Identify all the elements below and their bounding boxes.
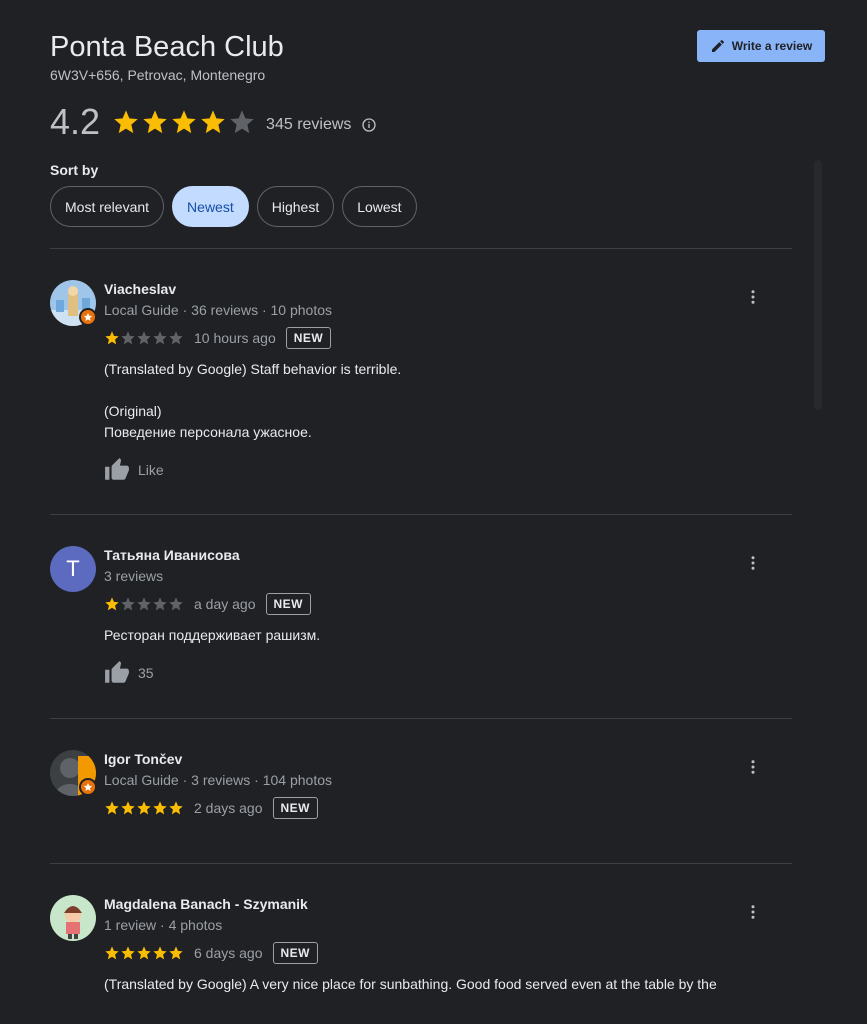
place-address: 6W3V+656, Petrovac, Montenegro [50,67,266,83]
star-empty-icon [153,331,167,345]
thumbs-up-icon [105,458,129,480]
star-filled-icon [137,946,151,960]
star-empty-icon [121,597,135,611]
rating-stars [112,108,256,136]
divider [50,718,792,719]
avatar[interactable] [50,895,96,941]
star-empty-icon [137,597,151,611]
rating-value: 4.2 [50,101,101,142]
pencil-icon [711,39,724,52]
star-filled-icon [169,801,183,815]
sort-chip-most-relevant[interactable]: Most relevant [50,186,165,227]
star-filled-icon [153,946,167,960]
local-guide-badge [79,778,97,796]
review-time: 6 days ago [194,945,263,961]
avatar-cartoon-icon [50,895,96,941]
new-badge: NEW [272,797,318,819]
rating-summary: 4.2 345 reviews [50,100,377,144]
reviewer-name[interactable]: Igor Tončev [104,750,764,768]
divider [50,863,792,864]
sort-label: Sort by [50,162,99,178]
review-text: (Translated by Google) Staff behavior is… [104,361,402,440]
star-empty-icon [169,331,183,345]
star-filled-icon [153,801,167,815]
reviewer-name[interactable]: Татьяна Иванисова [104,546,764,564]
badge-star-icon [83,782,93,791]
star-filled-icon [105,331,119,345]
place-title: Ponta Beach Club [50,31,284,63]
star-filled-icon [201,110,225,134]
star-filled-icon [105,801,119,815]
review-card: Viacheslav Local Guide · 36 reviews · 10… [50,280,792,490]
divider [50,514,792,515]
reviewer-name[interactable]: Viacheslav [104,280,764,298]
star-filled-icon [105,597,119,611]
reviewer-meta: 1 review · 4 photos [104,917,223,933]
like-button[interactable]: 35 [104,660,764,686]
review-time: 10 hours ago [194,330,276,346]
star-filled-icon [143,110,167,134]
review-text: Ресторан поддерживает рашизм. [104,627,321,643]
review-stars [104,945,184,961]
sort-chip-highest[interactable]: Highest [256,186,335,227]
star-empty-icon [169,597,183,611]
place-header: Ponta Beach Club 6W3V+656, Petrovac, Mon… [50,28,284,84]
review-time: 2 days ago [194,800,263,816]
new-badge: NEW [272,942,318,964]
new-badge: NEW [265,593,311,615]
write-review-label: Write a review [731,39,813,53]
review-card: Igor Tončev Local Guide · 3 reviews · 10… [50,750,792,850]
review-stars [104,800,184,816]
star-filled-icon [172,110,196,134]
star-empty-icon [137,331,151,345]
review-text: (Translated by Google) A very nice place… [104,976,717,992]
like-button[interactable]: Like [104,457,764,483]
review-card: T Татьяна Иванисова 3 reviews a day ago … [50,546,792,696]
sort-chip-lowest[interactable]: Lowest [342,186,417,227]
review-stars [104,330,184,346]
reviewer-name[interactable]: Magdalena Banach - Szymanik [104,895,764,913]
scrollbar[interactable] [814,160,822,410]
sort-chip-newest[interactable]: Newest [172,186,249,227]
star-filled-icon [169,946,183,960]
more-options-icon[interactable] [744,758,762,776]
star-filled-icon [121,801,135,815]
like-label: Like [138,462,164,478]
star-empty-icon [121,331,135,345]
sort-chips: Most relevant Newest Highest Lowest [50,186,417,227]
local-guide-badge [79,308,97,326]
write-review-button[interactable]: Write a review [697,30,825,62]
star-filled-icon [121,946,135,960]
more-options-icon[interactable] [744,554,762,572]
more-options-icon[interactable] [744,288,762,306]
star-empty-icon [153,597,167,611]
thumbs-up-icon [105,661,129,683]
avatar-letter: T [66,556,80,581]
avatar[interactable]: T [50,546,96,592]
star-filled-icon [137,801,151,815]
new-badge: NEW [285,327,332,349]
badge-star-icon [83,312,93,321]
reviewer-meta: 3 reviews [104,568,164,584]
star-filled-icon [105,946,119,960]
review-time: a day ago [194,596,256,612]
review-count[interactable]: 345 reviews [266,116,351,134]
info-icon[interactable] [361,117,377,133]
review-card: Magdalena Banach - Szymanik 1 review · 4… [50,895,792,1005]
review-stars [104,596,184,612]
star-filled-icon [114,110,138,134]
star-empty-icon [230,110,254,134]
like-count: 35 [138,665,154,681]
more-options-icon[interactable] [744,903,762,921]
divider [50,248,792,249]
reviewer-meta: Local Guide · 36 reviews · 10 photos [104,302,333,318]
reviewer-meta: Local Guide · 3 reviews · 104 photos [104,772,333,788]
